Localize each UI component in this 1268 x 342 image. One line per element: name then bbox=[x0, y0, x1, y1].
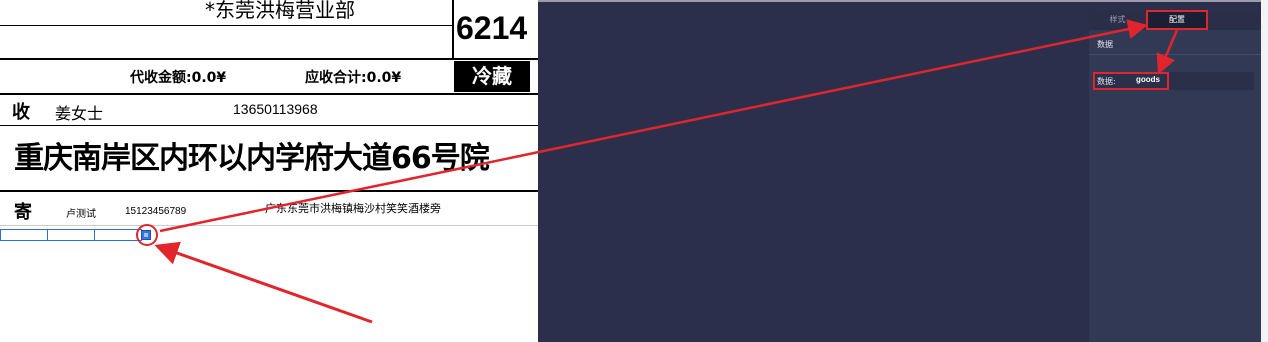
annotation-overlay bbox=[154, 19, 1179, 324]
arrow-to-handle bbox=[154, 241, 373, 324]
arrow-to-data-field bbox=[1156, 29, 1179, 75]
arrow-to-config-tab bbox=[159, 19, 1148, 233]
